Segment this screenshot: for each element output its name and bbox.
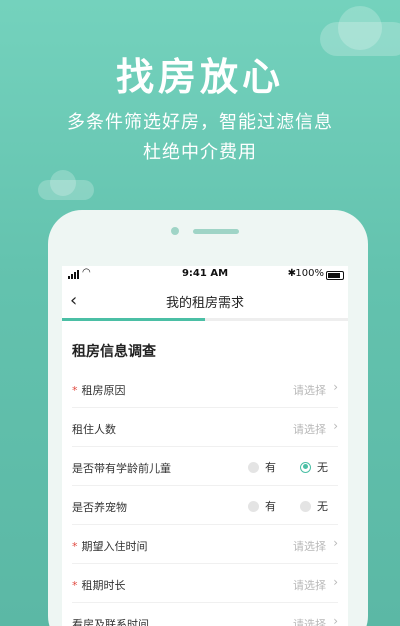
row-value: 请选择 bbox=[293, 384, 326, 397]
status-bar: ◠ 9:41 AM ✱ 100% bbox=[62, 266, 348, 284]
row-label: 是否养宠物 bbox=[72, 501, 127, 514]
chevron-right-icon: › bbox=[333, 536, 338, 550]
form-row-viewing-time[interactable]: 看房及联系时间 请选择 › bbox=[72, 603, 338, 626]
radio-no[interactable]: 无 bbox=[300, 498, 328, 514]
row-label: 是否带有学龄前儿童 bbox=[72, 462, 171, 475]
form-row-move-in[interactable]: * 期望入住时间 请选择 › bbox=[72, 525, 338, 564]
row-value: 请选择 bbox=[293, 618, 326, 626]
page-title: 我的租房需求 bbox=[165, 296, 244, 311]
row-label: * 租期时长 bbox=[72, 579, 126, 592]
row-value: 请选择 bbox=[293, 540, 326, 553]
radio-yes[interactable]: 有 bbox=[248, 498, 276, 514]
form-row-pets: 是否养宠物 有 无 bbox=[72, 486, 338, 525]
progress-bar bbox=[62, 318, 348, 321]
radio-yes[interactable]: 有 bbox=[248, 459, 276, 475]
cloud-decoration bbox=[38, 170, 94, 200]
phone-speaker bbox=[193, 229, 239, 234]
row-label: 租住人数 bbox=[72, 423, 116, 436]
phone-screen: ◠ 9:41 AM ✱ 100% ‹ 我的租房需求 租房信息调查 * 租房原因 请… bbox=[62, 266, 348, 626]
radio-label: 有 bbox=[265, 461, 276, 474]
radio-label: 有 bbox=[265, 500, 276, 513]
hero-subtitle-line: 多条件筛选好房，智能过滤信息 bbox=[67, 112, 333, 133]
row-value: 请选择 bbox=[293, 423, 326, 436]
radio-icon bbox=[248, 500, 259, 512]
chevron-right-icon: › bbox=[333, 419, 338, 433]
row-label: * 期望入住时间 bbox=[72, 540, 148, 553]
radio-icon bbox=[300, 500, 311, 512]
hero-title: 找房放心 bbox=[115, 55, 284, 99]
radio-label: 无 bbox=[317, 500, 328, 513]
form-row-children: 是否带有学龄前儿童 有 无 bbox=[72, 447, 338, 486]
progress-fill bbox=[62, 318, 205, 321]
form-row-lease-term[interactable]: * 租期时长 请选择 › bbox=[72, 564, 338, 603]
radio-label: 无 bbox=[317, 461, 328, 474]
battery-percent: 100% bbox=[295, 268, 324, 279]
required-marker: * bbox=[72, 384, 78, 397]
row-label: 看房及联系时间 bbox=[72, 618, 149, 626]
hero-subtitle-line: 杜绝中介费用 bbox=[143, 142, 257, 163]
nav-bar: ‹ 我的租房需求 bbox=[62, 284, 348, 318]
chevron-right-icon: › bbox=[333, 575, 338, 589]
required-marker: * bbox=[72, 540, 78, 553]
required-marker: * bbox=[72, 579, 78, 592]
hero-subtitle: 多条件筛选好房，智能过滤信息 杜绝中介费用 bbox=[0, 108, 400, 168]
row-label: * 租房原因 bbox=[72, 384, 126, 397]
chevron-right-icon: › bbox=[333, 380, 338, 394]
battery-icon bbox=[326, 271, 344, 280]
radio-checked-icon bbox=[300, 461, 311, 473]
form-row-reason[interactable]: * 租房原因 请选择 › bbox=[72, 369, 338, 408]
phone-camera bbox=[171, 227, 179, 235]
section-title: 租房信息调查 bbox=[72, 344, 156, 360]
radio-no[interactable]: 无 bbox=[300, 459, 328, 475]
form-row-occupants[interactable]: 租住人数 请选择 › bbox=[72, 408, 338, 447]
radio-icon bbox=[248, 461, 259, 473]
chevron-right-icon: › bbox=[333, 614, 338, 626]
row-value: 请选择 bbox=[293, 579, 326, 592]
